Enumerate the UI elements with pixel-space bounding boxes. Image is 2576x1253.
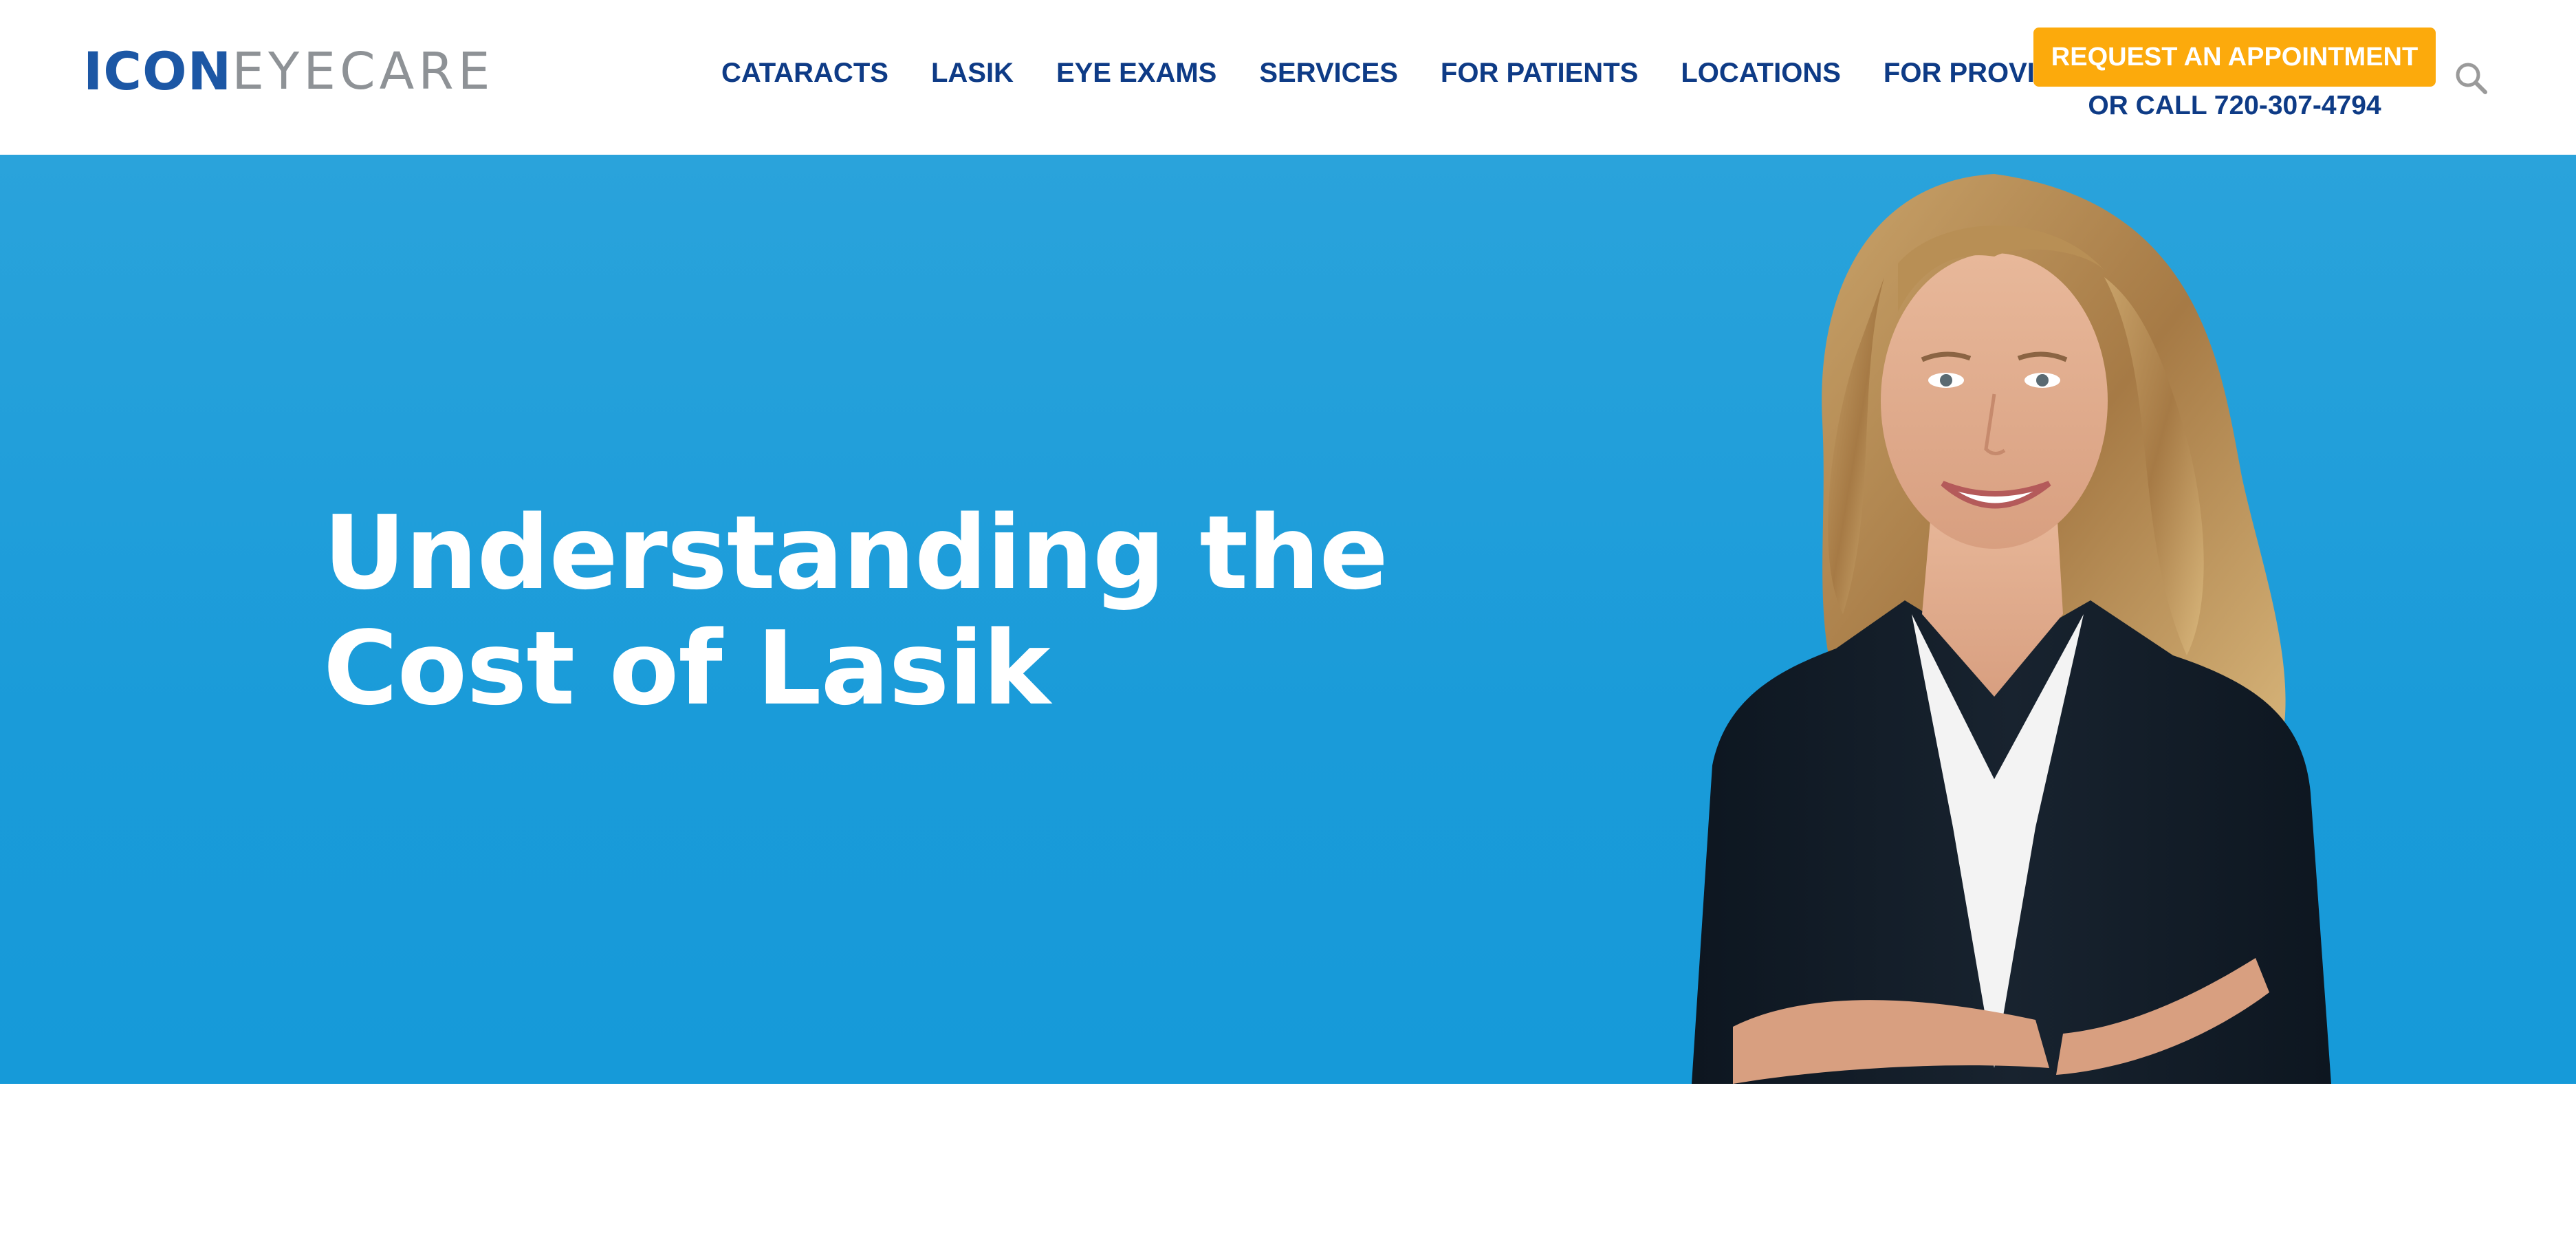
hero-title-line-1: Understanding the — [323, 494, 1388, 612]
nav-item-for-patients[interactable]: FOR PATIENTS — [1441, 58, 1638, 89]
site-header: ICON EYECARE CATARACTS LASIK EYE EXAMS S… — [0, 0, 2576, 155]
nav-item-lasik[interactable]: LASIK — [931, 58, 1014, 89]
nav-item-cataracts[interactable]: CATARACTS — [721, 58, 888, 89]
logo-primary-text: ICON — [83, 41, 232, 102]
search-icon — [2456, 63, 2487, 94]
request-appointment-button[interactable]: REQUEST AN APPOINTMENT — [2033, 28, 2436, 87]
hero-title: Understanding the Cost of Lasik — [323, 494, 1388, 728]
nav-item-eye-exams[interactable]: EYE EXAMS — [1056, 58, 1216, 89]
search-button[interactable] — [2454, 61, 2489, 96]
site-logo[interactable]: ICON EYECARE — [83, 44, 494, 99]
appointment-cta: REQUEST AN APPOINTMENT OR CALL 720-307-4… — [2033, 28, 2436, 121]
woman-portrait-image — [1692, 174, 2331, 1084]
call-phone-link[interactable]: OR CALL 720-307-4794 — [2033, 91, 2436, 121]
logo-secondary-text: EYECARE — [232, 42, 494, 101]
nav-item-locations[interactable]: LOCATIONS — [1681, 58, 1841, 89]
hero-title-line-2: Cost of Lasik — [323, 609, 1051, 728]
content-area — [0, 1084, 2576, 1253]
main-navigation: CATARACTS LASIK EYE EXAMS SERVICES FOR P… — [721, 52, 2111, 94]
hero-banner: Understanding the Cost of Lasik — [0, 155, 2576, 1084]
nav-item-services[interactable]: SERVICES — [1259, 58, 1398, 89]
